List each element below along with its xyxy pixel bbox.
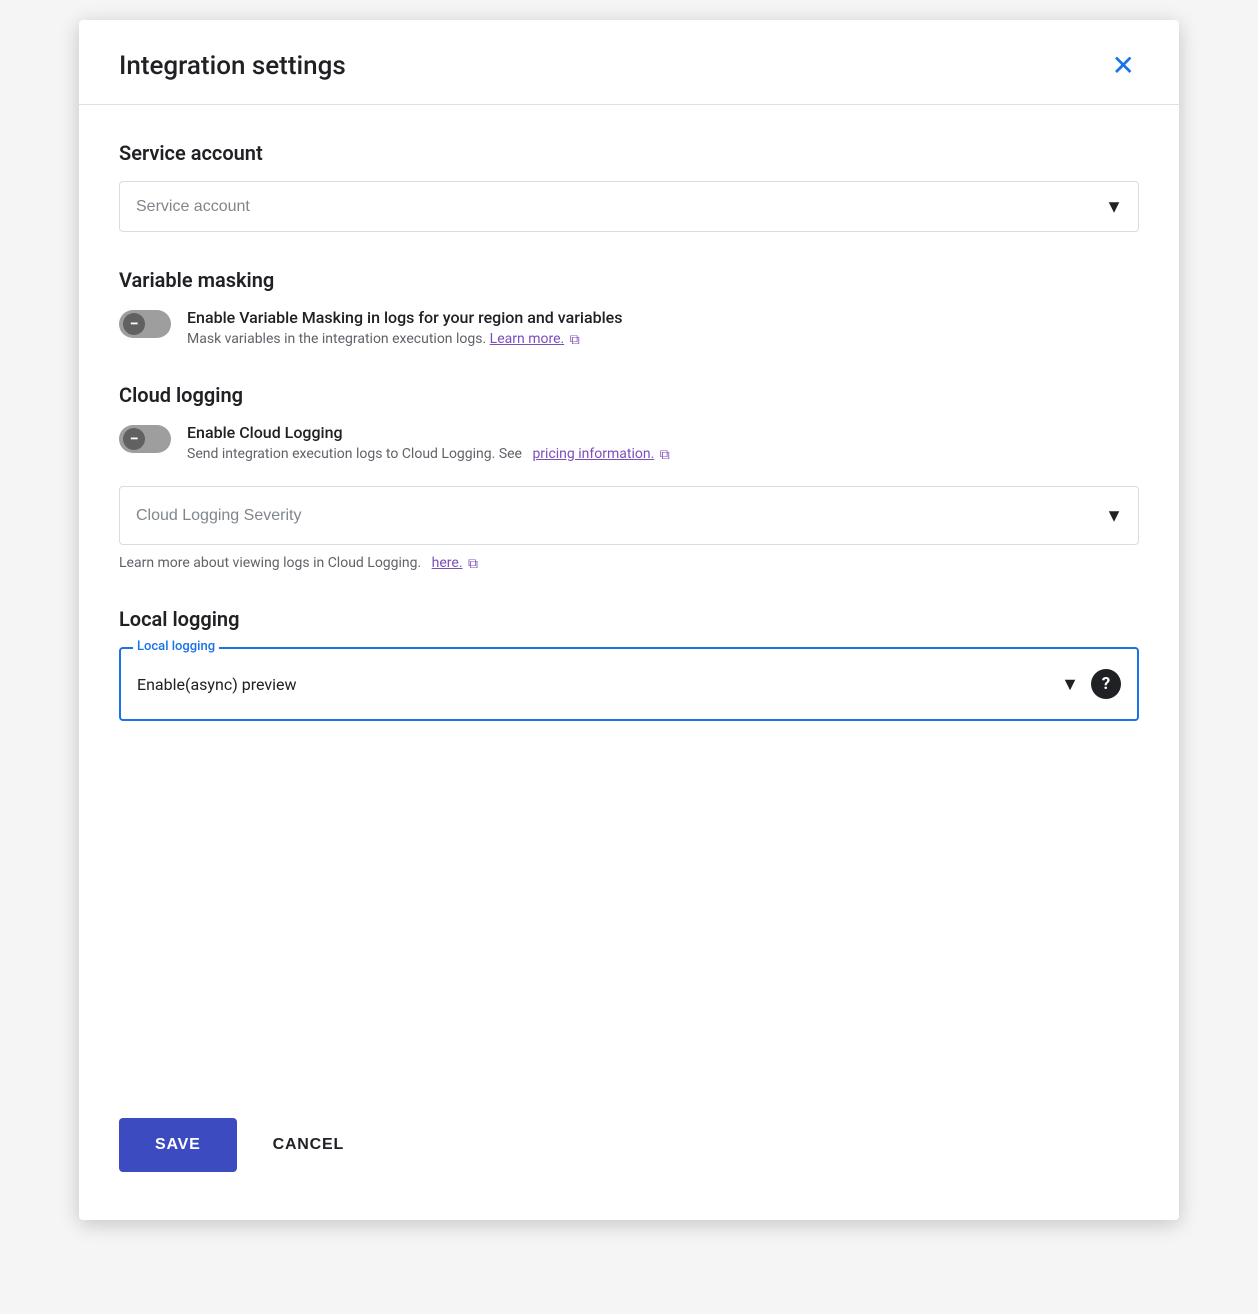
- service-account-select-wrapper: Service account ▼: [119, 181, 1139, 232]
- cloud-logging-here-external-icon: ⧉: [468, 556, 482, 570]
- service-account-title: Service account: [119, 141, 1139, 165]
- variable-masking-learn-more-link[interactable]: Learn more.: [490, 331, 565, 347]
- toggle-track[interactable]: −: [119, 310, 171, 338]
- cloud-logging-title: Cloud logging: [119, 383, 1139, 407]
- cancel-button[interactable]: CANCEL: [253, 1118, 364, 1172]
- local-logging-dropdown-icon[interactable]: ▼: [1061, 674, 1079, 695]
- severity-select-wrapper: Cloud Logging Severity ▼: [119, 486, 1139, 545]
- cloud-logging-helper-text: Learn more about viewing logs in Cloud L…: [119, 555, 1139, 571]
- local-logging-field-label: Local logging: [133, 639, 219, 654]
- variable-masking-label: Enable Variable Masking in logs for your…: [187, 308, 1139, 327]
- cloud-logging-helper-prefix: Learn more about viewing logs in Cloud L…: [119, 555, 421, 571]
- cloud-toggle-minus-icon: −: [130, 431, 139, 447]
- local-logging-title: Local logging: [119, 607, 1139, 631]
- dialog-body: Service account Service account ▼ Variab…: [79, 105, 1179, 1118]
- dialog-title: Integration settings: [119, 51, 346, 81]
- local-logging-help-icon[interactable]: ?: [1091, 669, 1121, 699]
- cloud-toggle-track[interactable]: −: [119, 425, 171, 453]
- cloud-logging-desc: Send integration execution logs to Cloud…: [187, 446, 1139, 462]
- local-logging-select-value: Enable(async) preview: [137, 675, 1061, 694]
- cloud-logging-section: Cloud logging − Enable Cloud Logging Sen…: [119, 383, 1139, 571]
- pricing-external-link-icon: ⧉: [660, 447, 674, 461]
- cloud-logging-label: Enable Cloud Logging: [187, 423, 1139, 442]
- cloud-logging-toggle[interactable]: −: [119, 425, 171, 453]
- variable-masking-desc-text: Mask variables in the integration execut…: [187, 331, 486, 347]
- local-logging-select-wrapper: Local logging Enable(async) preview ▼ ?: [119, 647, 1139, 721]
- variable-masking-info: Enable Variable Masking in logs for your…: [187, 308, 1139, 347]
- variable-masking-desc: Mask variables in the integration execut…: [187, 331, 1139, 347]
- integration-settings-dialog: Integration settings ✕ Service account S…: [79, 20, 1179, 1220]
- cloud-logging-here-link[interactable]: here.: [432, 555, 463, 571]
- cloud-toggle-thumb: −: [123, 428, 145, 450]
- variable-masking-external-link-icon: ⧉: [570, 332, 584, 346]
- local-logging-section: Local logging Local logging Enable(async…: [119, 607, 1139, 721]
- dialog-header: Integration settings ✕: [79, 20, 1179, 105]
- cloud-logging-desc-text: Send integration execution logs to Cloud…: [187, 446, 522, 462]
- save-button[interactable]: SAVE: [119, 1118, 237, 1172]
- cloud-logging-severity-select[interactable]: Cloud Logging Severity: [119, 486, 1139, 545]
- variable-masking-toggle[interactable]: −: [119, 310, 171, 338]
- variable-masking-toggle-row: − Enable Variable Masking in logs for yo…: [119, 308, 1139, 347]
- local-logging-select-inner: Enable(async) preview ▼ ?: [121, 649, 1137, 719]
- close-button[interactable]: ✕: [1108, 48, 1139, 84]
- variable-masking-section: Variable masking − Enable Variable Maski…: [119, 268, 1139, 347]
- service-account-section: Service account Service account ▼: [119, 141, 1139, 232]
- variable-masking-title: Variable masking: [119, 268, 1139, 292]
- toggle-minus-icon: −: [130, 316, 139, 332]
- pricing-information-link[interactable]: pricing information.: [532, 446, 654, 462]
- cloud-logging-info: Enable Cloud Logging Send integration ex…: [187, 423, 1139, 462]
- service-account-select[interactable]: Service account: [119, 181, 1139, 232]
- toggle-thumb: −: [123, 313, 145, 335]
- cloud-logging-toggle-row: − Enable Cloud Logging Send integration …: [119, 423, 1139, 462]
- dialog-footer: SAVE CANCEL: [79, 1118, 1179, 1220]
